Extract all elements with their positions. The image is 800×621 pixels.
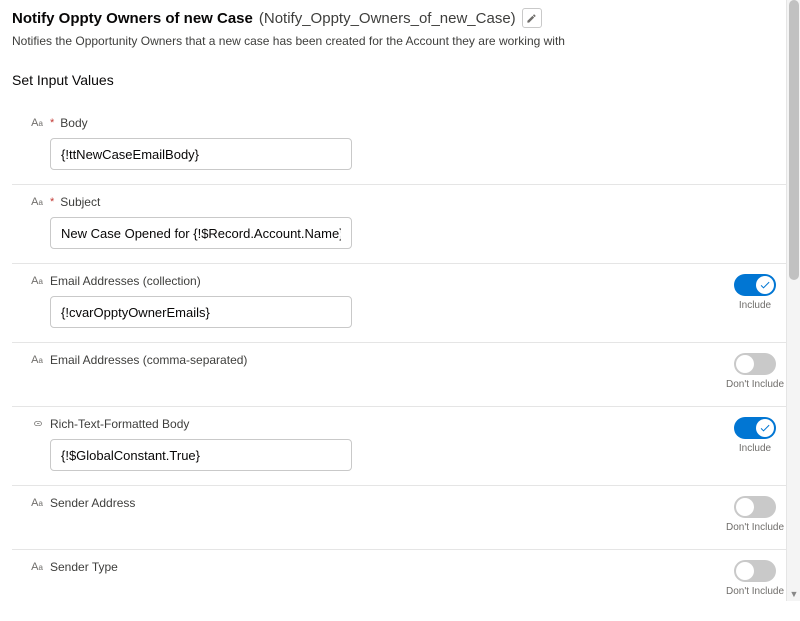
include-toggle[interactable]	[734, 417, 776, 439]
field-label: Body	[60, 116, 87, 130]
rich-text-input[interactable]	[50, 439, 352, 471]
include-toggle[interactable]	[734, 560, 776, 582]
field-label: Email Addresses (collection)	[50, 274, 201, 288]
text-type-icon: Aa	[30, 561, 44, 573]
body-input[interactable]	[50, 138, 352, 170]
field-sender-type: Aa Sender Type Don't Include	[12, 550, 788, 613]
field-label: Rich-Text-Formatted Body	[50, 417, 189, 431]
scrollbar-thumb[interactable]	[789, 0, 799, 280]
field-sender-address: Aa Sender Address Don't Include	[12, 486, 788, 550]
field-label: Sender Address	[50, 496, 135, 510]
toggle-label: Include	[739, 300, 771, 311]
required-indicator: *	[50, 196, 54, 208]
toggle-label: Include	[739, 443, 771, 454]
include-toggle[interactable]	[734, 496, 776, 518]
page-title: Notify Oppty Owners of new Case	[12, 10, 253, 27]
include-toggle[interactable]	[734, 274, 776, 296]
text-type-icon: Aa	[30, 117, 44, 129]
text-type-icon: Aa	[30, 354, 44, 366]
include-toggle[interactable]	[734, 353, 776, 375]
field-label: Sender Type	[50, 560, 118, 574]
page-header: Notify Oppty Owners of new Case (Notify_…	[12, 8, 788, 28]
section-heading: Set Input Values	[12, 72, 788, 88]
toggle-label: Don't Include	[726, 522, 784, 533]
field-label: Email Addresses (comma-separated)	[50, 353, 247, 367]
check-icon	[759, 279, 771, 291]
field-label: Subject	[60, 195, 100, 209]
edit-button[interactable]	[522, 8, 542, 28]
email-collection-input[interactable]	[50, 296, 352, 328]
page-description: Notifies the Opportunity Owners that a n…	[12, 34, 788, 48]
required-indicator: *	[50, 117, 54, 129]
page-api-name: (Notify_Oppty_Owners_of_new_Case)	[259, 10, 516, 27]
field-email-comma: Aa Email Addresses (comma-separated) Don…	[12, 343, 788, 407]
scrollbar[interactable]: ▼	[786, 0, 800, 601]
text-type-icon: Aa	[30, 196, 44, 208]
field-email-collection: Aa Email Addresses (collection) Include	[12, 264, 788, 343]
field-body: Aa * Body	[12, 106, 788, 185]
field-rich-text: Rich-Text-Formatted Body Include	[12, 407, 788, 486]
scroll-down-arrow[interactable]: ▼	[787, 587, 800, 601]
text-type-icon: Aa	[30, 275, 44, 287]
link-type-icon	[30, 418, 44, 430]
check-icon	[759, 422, 771, 434]
field-subject: Aa * Subject	[12, 185, 788, 264]
toggle-label: Don't Include	[726, 379, 784, 390]
pencil-icon	[526, 13, 537, 24]
text-type-icon: Aa	[30, 497, 44, 509]
subject-input[interactable]	[50, 217, 352, 249]
toggle-label: Don't Include	[726, 586, 784, 597]
